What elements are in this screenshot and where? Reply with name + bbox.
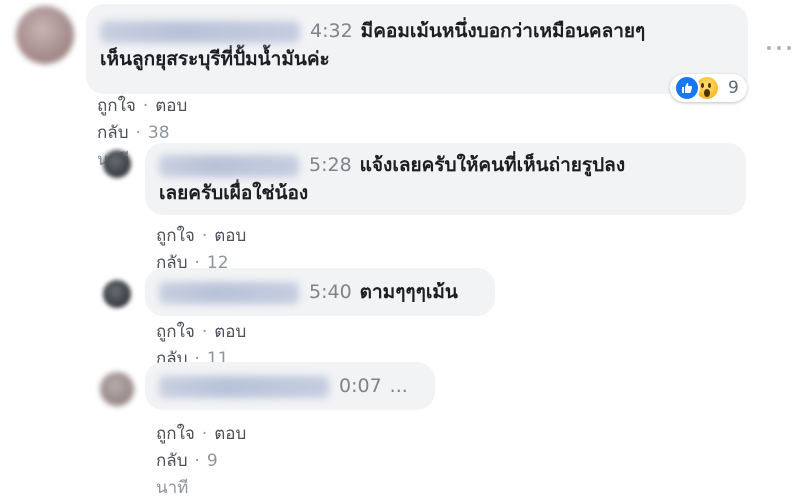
like-icon (674, 75, 700, 101)
comment-text-line: แจ้งเลยครับให้คนที่เห็นถ่ายรูปลง (359, 154, 626, 176)
commenter-name-redacted[interactable] (100, 20, 300, 43)
comment-text-line: เห็นลูกยุสระบุรีที่ปั้มน้ำมันค่ะ (100, 48, 330, 70)
separator: · (194, 451, 200, 471)
avatar[interactable] (103, 150, 131, 178)
avatar[interactable] (103, 280, 131, 308)
separator: · (201, 226, 208, 246)
comment-text-line: ตามๆๆๆเม้น (359, 281, 458, 303)
separator: · (142, 96, 149, 116)
video-timestamp[interactable]: 4:32 (310, 20, 353, 42)
video-timestamp[interactable]: 5:40 (309, 281, 352, 303)
like-link[interactable]: ถูกใจ (156, 226, 195, 246)
avatar[interactable] (16, 6, 74, 64)
comment-text-line: เลยครับเผื่อใช่น้อง (159, 182, 309, 204)
separator: · (201, 424, 208, 444)
comment-bubble: 5:28 แจ้งเลยครับให้คนที่เห็นถ่ายรูปลง เลย… (145, 143, 746, 215)
commenter-name-redacted[interactable] (159, 154, 299, 177)
like-link[interactable]: ถูกใจ (156, 424, 195, 444)
reaction-count: 9 (728, 78, 739, 98)
like-link[interactable]: ถูกใจ (156, 322, 195, 342)
comment-bubble: 5:40 ตามๆๆๆเม้น (145, 268, 495, 316)
separator: · (201, 322, 208, 342)
separator: · (135, 123, 141, 143)
ellipsis-text: ... (389, 375, 408, 397)
commenter-name-redacted[interactable] (159, 375, 329, 398)
comment-bubble: 4:32 มีคอมเม้นหนึ่งบอกว่าเหมือนคลายๆ เห็น… (86, 4, 748, 94)
more-options-icon[interactable] (767, 43, 791, 53)
video-timestamp[interactable]: 5:28 (309, 154, 352, 176)
like-link[interactable]: ถูกใจ (97, 96, 136, 116)
commenter-name-redacted[interactable] (159, 281, 299, 304)
comment-bubble: 0:07... (145, 362, 435, 410)
reactions-summary[interactable]: 9 (670, 74, 747, 102)
video-timestamp[interactable]: 0:07 (339, 375, 382, 397)
comment-text-line: มีคอมเม้นหนึ่งบอกว่าเหมือนคลายๆ (360, 20, 646, 42)
avatar[interactable] (100, 372, 134, 406)
